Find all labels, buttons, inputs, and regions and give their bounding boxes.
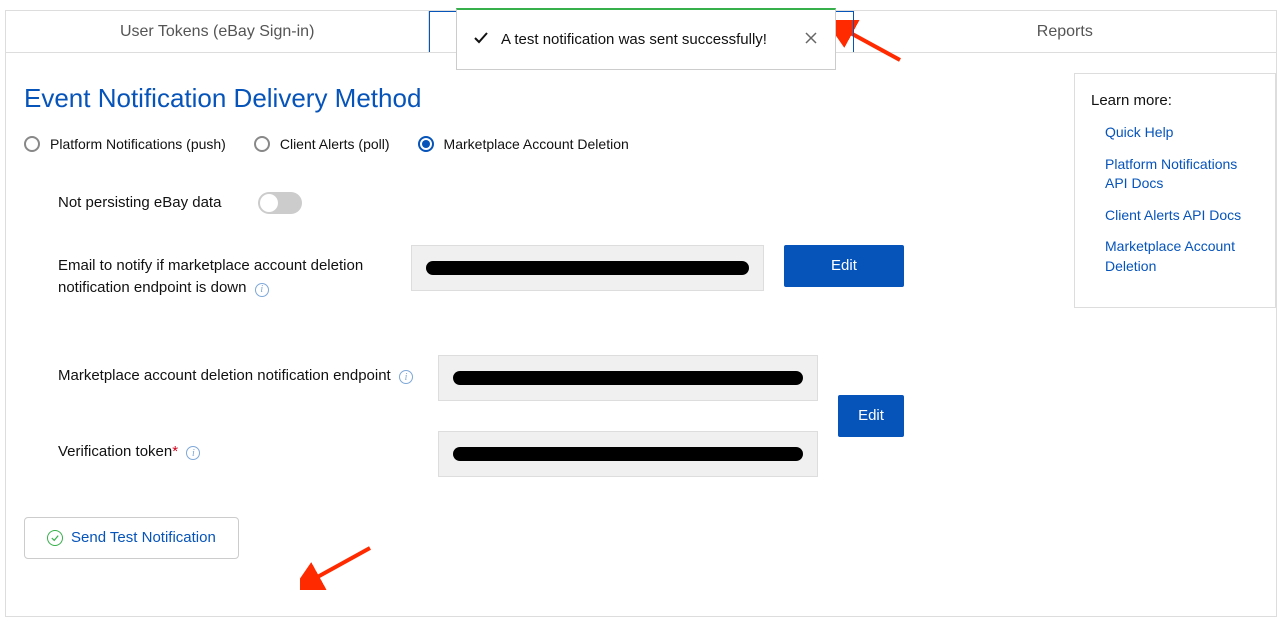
send-test-notification-button[interactable]: Send Test Notification <box>24 517 239 559</box>
info-icon[interactable]: i <box>255 283 269 297</box>
radio-platform-push[interactable]: Platform Notifications (push) <box>24 136 226 152</box>
link-quick-help[interactable]: Quick Help <box>1105 123 1259 143</box>
tab-user-tokens[interactable]: User Tokens (eBay Sign-in) <box>6 11 429 52</box>
link-platform-docs[interactable]: Platform Notifications API Docs <box>1105 155 1259 194</box>
endpoint-input[interactable] <box>438 355 818 401</box>
radio-icon <box>418 136 434 152</box>
email-input[interactable] <box>411 245 764 291</box>
delivery-method-radios: Platform Notifications (push) Client Ale… <box>24 136 1258 152</box>
radio-icon <box>254 136 270 152</box>
toast-message: A test notification was sent successfull… <box>501 31 791 48</box>
persist-toggle[interactable] <box>258 192 302 214</box>
page-title: Event Notification Delivery Method <box>24 83 1258 114</box>
radio-marketplace-deletion[interactable]: Marketplace Account Deletion <box>418 136 629 152</box>
radio-label: Client Alerts (poll) <box>280 136 390 152</box>
link-client-alerts-docs[interactable]: Client Alerts API Docs <box>1105 206 1259 226</box>
checkmark-icon <box>473 30 489 49</box>
redacted-value <box>453 371 803 385</box>
tab-reports[interactable]: Reports <box>854 11 1276 52</box>
radio-label: Platform Notifications (push) <box>50 136 226 152</box>
edit-email-button[interactable]: Edit <box>784 245 904 287</box>
info-icon[interactable]: i <box>399 370 413 384</box>
redacted-value <box>453 447 803 461</box>
redacted-value <box>426 261 749 275</box>
send-test-label: Send Test Notification <box>71 529 216 546</box>
radio-icon <box>24 136 40 152</box>
learn-more-title: Learn more: <box>1091 92 1259 109</box>
email-label: Email to notify if marketplace account d… <box>58 245 391 300</box>
check-circle-icon <box>47 530 63 546</box>
endpoint-label: Marketplace account deletion notificatio… <box>58 355 418 388</box>
learn-more-panel: Learn more: Quick Help Platform Notifica… <box>1074 73 1276 308</box>
persist-label: Not persisting eBay data <box>58 192 221 215</box>
info-icon[interactable]: i <box>186 446 200 460</box>
token-label: Verification token* i <box>58 431 418 464</box>
close-icon[interactable] <box>803 30 819 49</box>
token-input[interactable] <box>438 431 818 477</box>
radio-label: Marketplace Account Deletion <box>444 136 629 152</box>
radio-client-alerts[interactable]: Client Alerts (poll) <box>254 136 390 152</box>
link-marketplace-deletion[interactable]: Marketplace Account Deletion <box>1105 237 1259 276</box>
success-toast: A test notification was sent successfull… <box>456 8 836 70</box>
edit-endpoint-button[interactable]: Edit <box>838 395 904 437</box>
